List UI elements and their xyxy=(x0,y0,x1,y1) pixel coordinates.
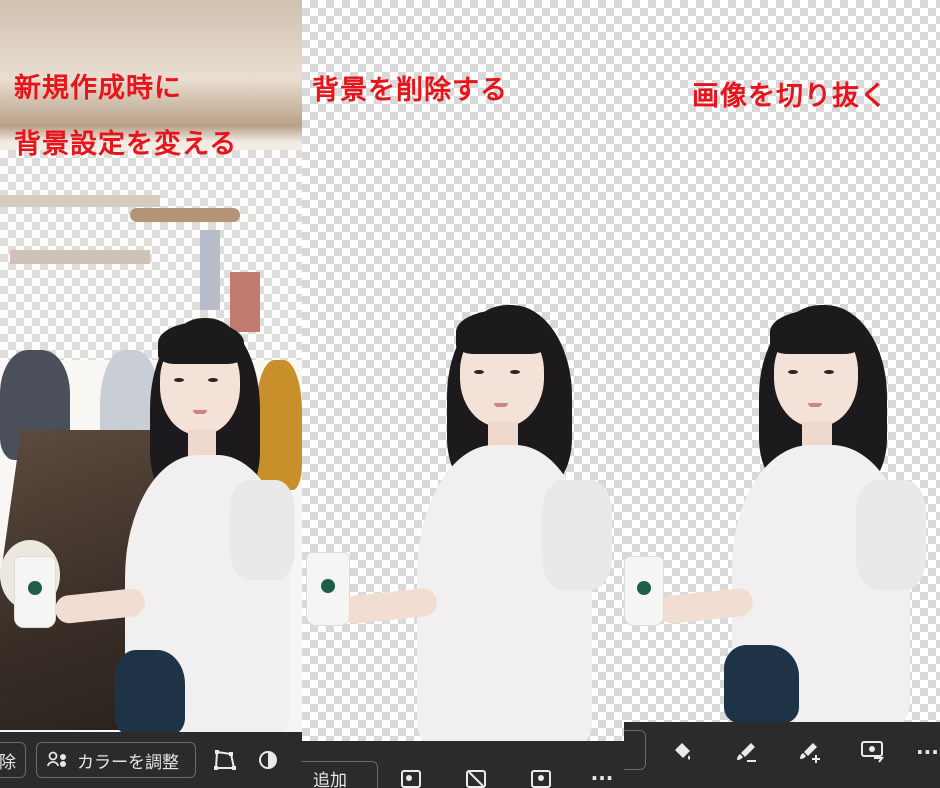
blur-streak xyxy=(10,250,150,264)
blur-streak xyxy=(0,195,160,207)
contrast-icon[interactable] xyxy=(256,749,280,771)
person-color-icon xyxy=(47,751,69,769)
caption-cut-out-image: 画像を切り抜く xyxy=(692,81,888,112)
blur-streak xyxy=(230,272,260,332)
partial-button[interactable] xyxy=(624,730,646,770)
caption-remove-background: 背景を削除する xyxy=(312,75,508,106)
image-person-icon[interactable] xyxy=(530,769,552,788)
blur-streak xyxy=(130,208,240,222)
panel-new-background: 新規作成時に 背景設定を変える 除 カラーを調整 xyxy=(0,0,302,788)
add-button-label: 追加 xyxy=(313,770,347,788)
panel-remove-background: 背景を削除する 追加 ··· xyxy=(302,0,624,788)
paint-bucket-icon[interactable] xyxy=(670,740,694,764)
caption-line1: 新規作成時に xyxy=(14,73,182,104)
blur-streak xyxy=(200,230,220,310)
image-off-icon[interactable] xyxy=(465,769,487,788)
panel-cut-out-image: 画像を切り抜く ··· xyxy=(624,0,940,788)
image-select-icon[interactable] xyxy=(860,740,886,764)
brush-plus-icon[interactable] xyxy=(798,740,822,764)
remove-button[interactable]: 除 xyxy=(0,742,26,778)
remove-button-label: 除 xyxy=(0,752,16,773)
toolbar-image-edit: 追加 ··· xyxy=(302,741,624,788)
toolbar-adjust: 除 カラーを調整 xyxy=(0,732,302,788)
brush-icon[interactable] xyxy=(734,740,758,764)
adjust-color-button[interactable]: カラーを調整 xyxy=(36,742,196,778)
adjust-color-label: カラーを調整 xyxy=(77,752,179,773)
add-button[interactable]: 追加 xyxy=(302,761,378,788)
image-plus-icon[interactable] xyxy=(400,769,422,788)
toolbar-cutout: ··· xyxy=(624,722,940,788)
caption-line2: 背景設定を変える xyxy=(14,129,238,160)
more-icon[interactable]: ··· xyxy=(916,744,940,760)
crop-shape-icon[interactable] xyxy=(212,748,238,772)
more-icon[interactable]: ··· xyxy=(588,766,616,788)
crowd-figure xyxy=(256,360,302,490)
